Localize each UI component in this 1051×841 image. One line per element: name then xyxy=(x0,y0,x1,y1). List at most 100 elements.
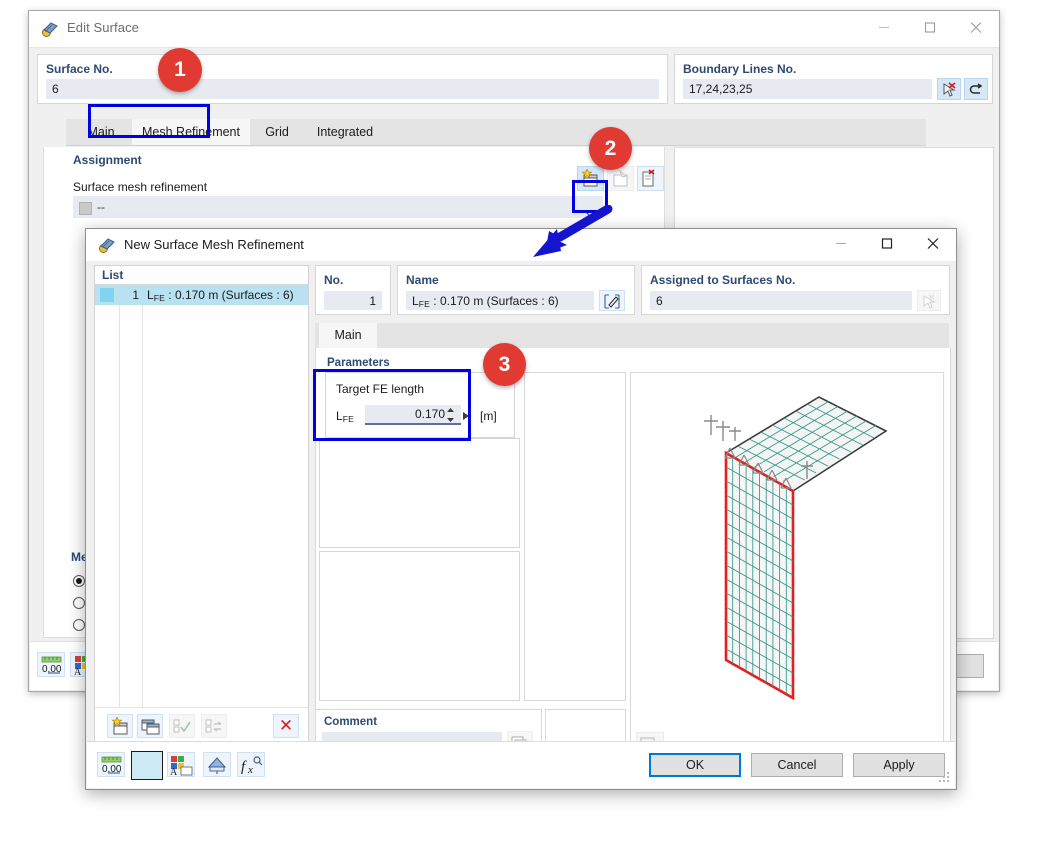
view-icon xyxy=(207,757,227,774)
tab-main[interactable]: Main xyxy=(73,119,129,145)
name-label: Name xyxy=(406,273,439,287)
footer-view-button[interactable] xyxy=(203,752,231,777)
surface-no-value[interactable]: 6 xyxy=(46,79,659,99)
list-header: List xyxy=(95,266,308,285)
list-item[interactable]: 1 LFE : 0.170 m (Surfaces : 6) xyxy=(95,285,308,305)
formula-fx-icon: f x xyxy=(241,756,263,776)
delete-item-button[interactable]: ✕ xyxy=(273,714,299,738)
select-all-icon xyxy=(173,719,191,733)
invert-selection-button xyxy=(201,714,227,738)
lfe-symbol: LFE xyxy=(336,409,354,424)
badge-number: 2 xyxy=(604,137,617,160)
maximize-icon xyxy=(924,22,936,37)
minimize-icon xyxy=(835,238,847,253)
edit-surface-tabs: Main Mesh Refinement Grid Integrated xyxy=(66,119,926,146)
copy-item-button[interactable] xyxy=(137,714,163,738)
assigned-surfaces-label: Assigned to Surfaces No. xyxy=(650,273,796,287)
name-value[interactable]: LFE : 0.170 m (Surfaces : 6) xyxy=(406,291,594,310)
radio-free[interactable] xyxy=(73,619,85,631)
svg-text:f: f xyxy=(241,759,247,775)
list-grid-line xyxy=(142,305,143,744)
boundary-lines-group: Boundary Lines No. 17,24,23,25 xyxy=(674,54,993,104)
target-fe-length-label: Target FE length xyxy=(336,382,425,396)
inner-tabstrip xyxy=(315,323,949,349)
radio-mapped[interactable] xyxy=(73,597,85,609)
color-swatch-button[interactable] xyxy=(131,751,163,780)
copy-item-icon xyxy=(141,719,160,735)
close-icon xyxy=(927,237,940,253)
inner-minimize-button[interactable] xyxy=(818,229,864,261)
svg-text:x: x xyxy=(247,764,253,776)
parameters-secondary-panel xyxy=(319,438,520,548)
badge-number: 3 xyxy=(498,353,511,376)
annotation-badge-3: 3 xyxy=(483,343,526,386)
mesh-refinement-icon xyxy=(98,236,116,254)
badge-number: 1 xyxy=(174,58,186,81)
inner-maximize-button[interactable] xyxy=(864,229,910,261)
parameters-side-panel xyxy=(524,372,626,701)
close-button[interactable] xyxy=(953,11,999,47)
delete-mesh-refinement-button[interactable] xyxy=(637,166,664,191)
invert-selection-icon xyxy=(205,719,222,733)
boundary-lines-label: Boundary Lines No. xyxy=(683,62,797,76)
maximize-button[interactable] xyxy=(907,11,953,47)
expand-arrow-icon[interactable] xyxy=(462,410,471,424)
no-value[interactable]: 1 xyxy=(324,291,382,310)
tab-mesh-refinement[interactable]: Mesh Refinement xyxy=(132,119,250,145)
list-item-label: LFE : 0.170 m (Surfaces : 6) xyxy=(147,288,294,303)
no-group: No. 1 xyxy=(315,265,391,315)
reverse-orientation-icon xyxy=(969,83,983,94)
minimize-button[interactable] xyxy=(861,11,907,47)
tab-grid[interactable]: Grid xyxy=(254,119,300,145)
rename-button[interactable] xyxy=(599,290,625,311)
new-mesh-refinement-button[interactable] xyxy=(577,166,604,191)
no-label: No. xyxy=(324,273,344,287)
combo-color-swatch xyxy=(79,202,92,215)
comment-label: Comment xyxy=(324,716,378,728)
rename-icon xyxy=(604,294,620,309)
new-item-button[interactable] xyxy=(107,714,133,738)
new-surface-mesh-refinement-window: New Surface Mesh Refinement List 1 LFE:… xyxy=(85,228,957,790)
formula-button[interactable]: f x xyxy=(237,752,265,777)
inner-footer: 0,00 A f x OK Cancel Apply xyxy=(87,741,955,788)
footer-units-button[interactable]: 0,00 xyxy=(97,752,125,777)
inner-close-button[interactable] xyxy=(910,229,956,261)
minimize-icon xyxy=(878,22,890,37)
units-button[interactable]: 0,00 xyxy=(37,652,65,677)
svg-text:A: A xyxy=(74,667,82,676)
surface-mesh-refinement-label: Surface mesh refinement xyxy=(73,180,208,194)
tab-integrated[interactable]: Integrated xyxy=(304,119,386,145)
units-0-00-icon: 0,00 xyxy=(41,656,62,675)
chevron-down-icon[interactable] xyxy=(585,203,595,218)
ok-button[interactable]: OK xyxy=(649,753,741,777)
select-all-button xyxy=(169,714,195,738)
target-fe-length-value: 0.170 xyxy=(414,407,445,421)
apply-button[interactable]: Apply xyxy=(853,753,945,777)
delete-mesh-refinement-icon xyxy=(642,169,655,187)
target-fe-length-unit: [m] xyxy=(480,409,497,423)
inner-tab-main[interactable]: Main xyxy=(319,323,377,348)
annotation-badge-2: 2 xyxy=(589,127,632,170)
surface-no-group: Surface No. 6 xyxy=(37,54,668,104)
boundary-lines-value[interactable]: 17,24,23,25 xyxy=(683,79,932,99)
cancel-button[interactable]: Cancel xyxy=(751,753,843,777)
radio-accurate[interactable] xyxy=(73,575,85,587)
3d-model-preview[interactable] xyxy=(630,372,944,763)
surface-icon xyxy=(41,20,59,38)
pick-lines-icon xyxy=(943,82,956,97)
list-item-no: 1 xyxy=(132,288,139,302)
spinner-buttons[interactable] xyxy=(446,407,455,426)
footer-display-properties-button[interactable]: A xyxy=(167,752,195,777)
list-grid-line xyxy=(119,305,120,744)
surface-mesh-refinement-combo[interactable]: -- xyxy=(73,196,603,218)
delete-x-icon: ✕ xyxy=(278,716,294,735)
name-group: Name LFE : 0.170 m (Surfaces : 6) xyxy=(397,265,635,315)
svg-text:A: A xyxy=(170,767,178,776)
close-icon xyxy=(970,21,983,37)
assigned-surfaces-value[interactable]: 6 xyxy=(650,291,912,310)
boundary-lines-pick-button[interactable] xyxy=(937,78,961,100)
target-fe-length-group: Target FE length LFE 0.170 [m] xyxy=(325,372,515,438)
resize-grip[interactable] xyxy=(939,770,951,785)
boundary-lines-reverse-button[interactable] xyxy=(964,78,988,100)
edit-mesh-refinement-icon xyxy=(613,169,628,187)
